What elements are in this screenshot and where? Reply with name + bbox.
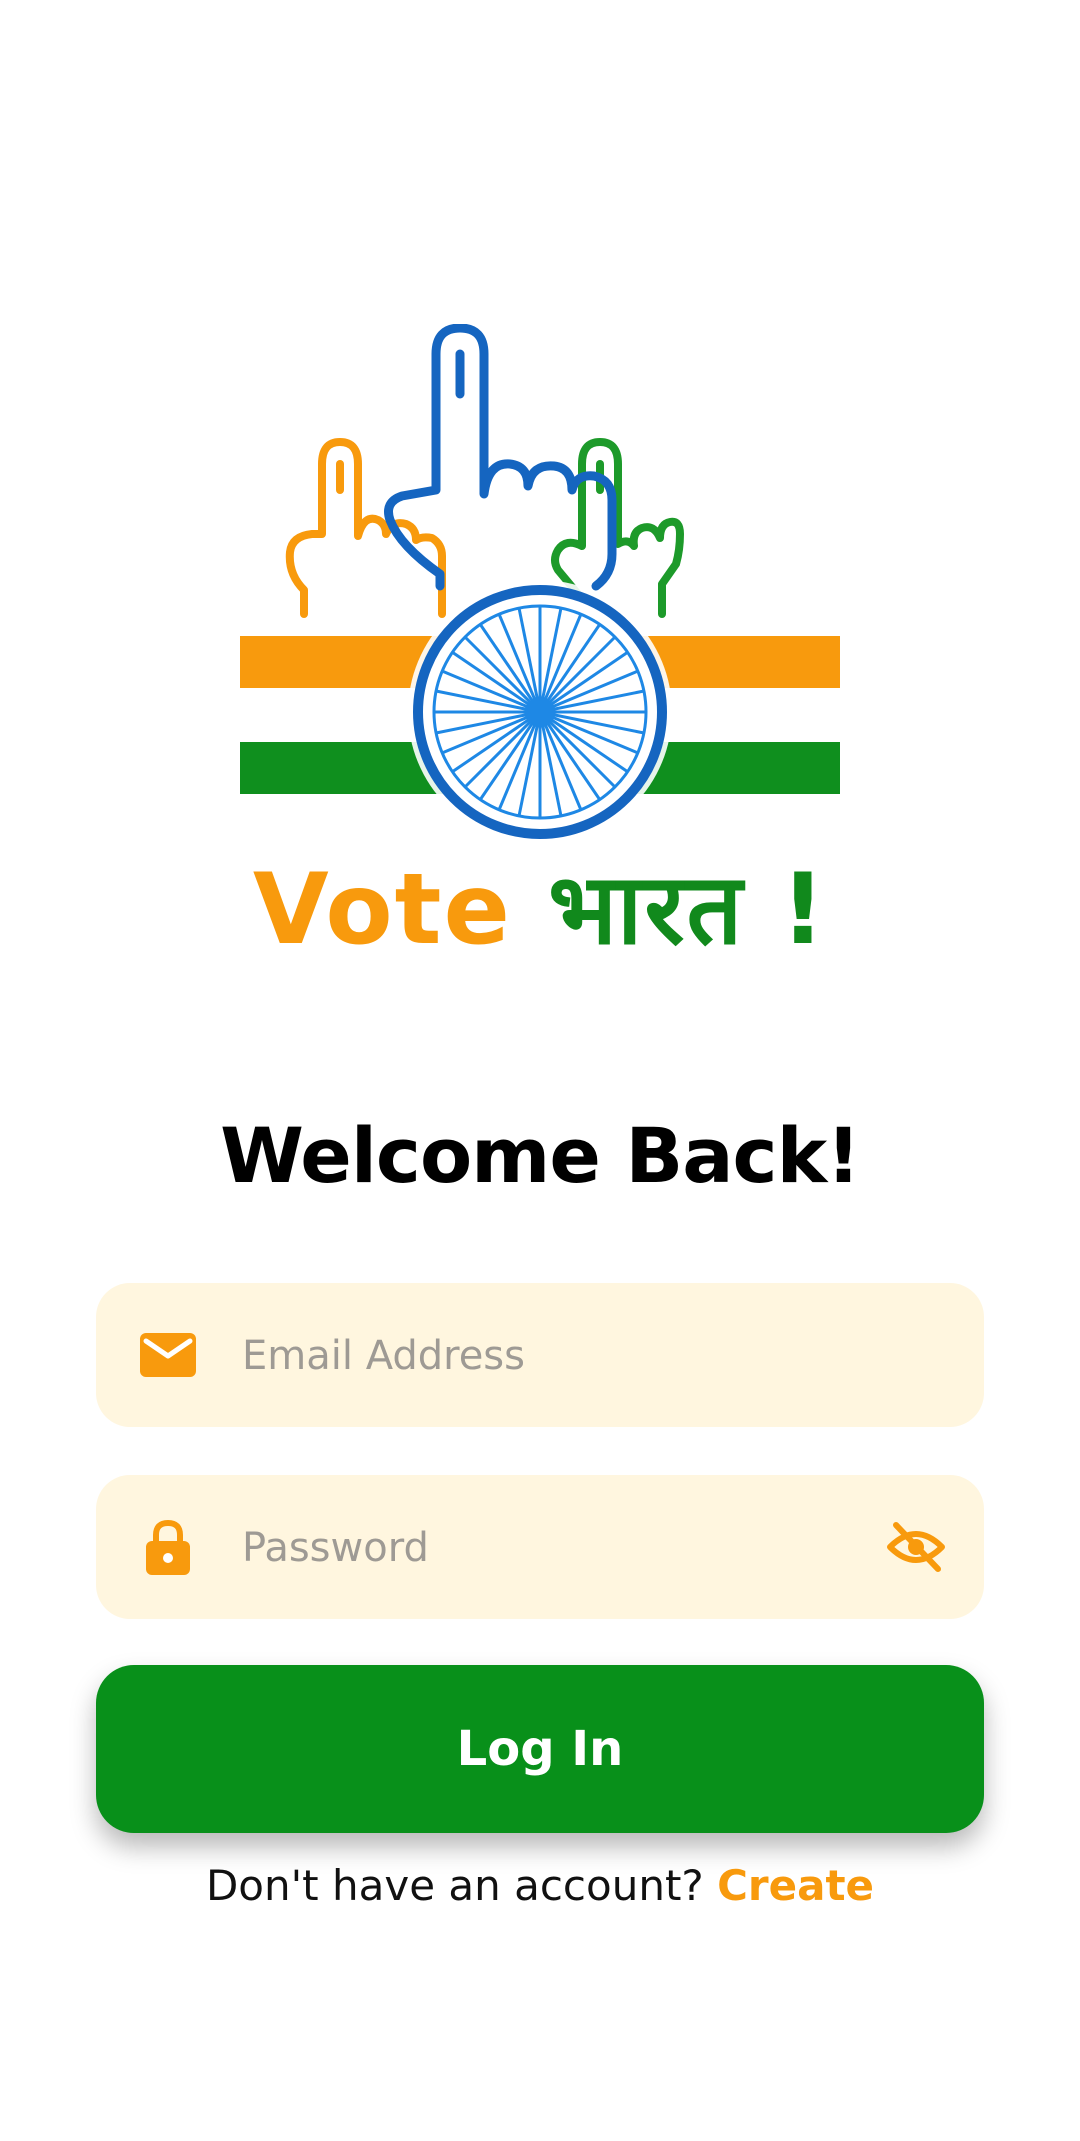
email-field[interactable] <box>96 1283 984 1427</box>
app-logo: Vote भारत ! <box>0 310 1080 970</box>
brand-word-bharat: भारत ! <box>548 853 828 967</box>
signup-prompt: Don't have an account? <box>205 1861 704 1910</box>
login-button[interactable]: Log In <box>96 1665 984 1833</box>
orange-hand-icon <box>285 438 446 618</box>
signup-row: Don't have an account? Create <box>0 1856 1080 1916</box>
eye-off-icon[interactable] <box>886 1519 946 1575</box>
create-account-link[interactable]: Create <box>717 1861 874 1910</box>
page-title: Welcome Back! <box>220 1111 861 1200</box>
password-field[interactable] <box>96 1475 984 1619</box>
lock-icon <box>146 1519 190 1575</box>
password-input[interactable] <box>240 1505 884 1591</box>
ashoka-chakra-icon <box>408 580 672 844</box>
brand-wordmark: Vote भारत ! <box>0 850 1080 970</box>
brand-word-vote: Vote <box>252 853 512 967</box>
mail-icon <box>140 1333 196 1377</box>
email-input[interactable] <box>240 1313 884 1399</box>
